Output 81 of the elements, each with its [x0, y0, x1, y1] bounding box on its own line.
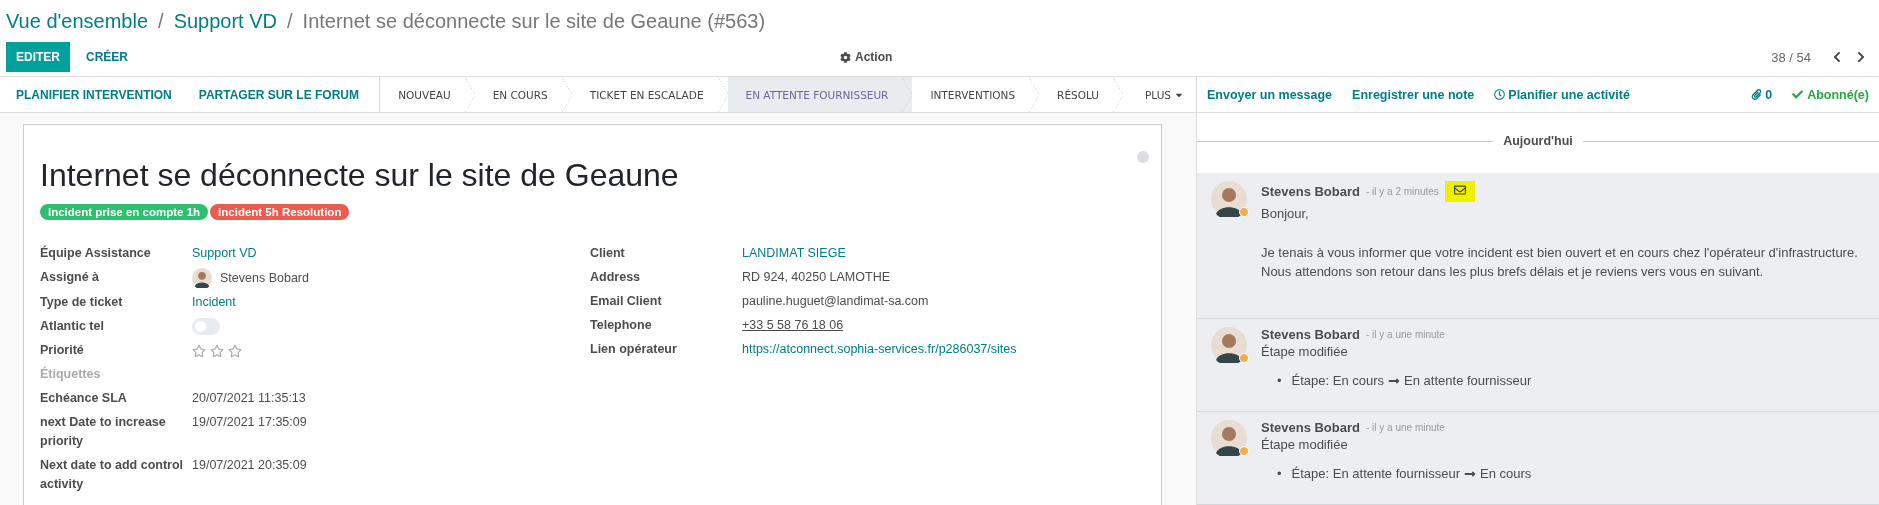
email-icon	[1444, 181, 1475, 202]
field-value: RD 924, 40250 LAMOTHE	[742, 269, 891, 286]
message-text: Bonjour,	[1261, 205, 1310, 223]
avatar	[192, 268, 212, 288]
bullet: •	[1277, 372, 1282, 390]
more-stages-button[interactable]: PLUS	[1123, 77, 1196, 112]
field-label: Echéance SLA	[40, 390, 128, 407]
tracking-field: Étape: En attente fournisseur	[1291, 464, 1460, 483]
field-label: Lien opérateur	[590, 341, 678, 358]
field-label: next Date to increase priority	[40, 414, 167, 450]
field-label: Client	[590, 245, 626, 262]
check-icon	[1792, 89, 1804, 100]
breadcrumb-current[interactable]: Internet se déconnecte sur le site de Geaune (#563)	[302, 9, 766, 33]
message-text: Étape modifiée	[1261, 344, 1349, 359]
presence-dot	[1239, 207, 1249, 217]
chatter-action[interactable]: Planifier une activité	[1494, 87, 1630, 102]
message-author: Stevens Bobard	[1261, 420, 1360, 435]
field-link[interactable]: LANDIMAT SIEGE	[742, 244, 1145, 263]
field-link[interactable]: https://atconnect.sophia-services.fr/p286037/sites	[742, 340, 1145, 359]
field-label: Équipe Assistance	[40, 244, 152, 262]
phone-link[interactable]: +33 5 58 76 18 06	[742, 316, 844, 335]
star-icon[interactable]	[228, 343, 242, 358]
field-link[interactable]: Incident	[192, 293, 590, 312]
field-label: Assigné à	[40, 269, 101, 286]
avatar	[1211, 327, 1247, 363]
field-label: Atlantic tel	[40, 318, 105, 335]
chatter-action[interactable]: Enregistrer une note	[1352, 87, 1475, 102]
bullet: •	[1277, 465, 1282, 483]
field-label: Next date to add control activity	[40, 457, 185, 493]
tag: incident 5h Resolution	[210, 204, 350, 220]
status-dot[interactable]	[1137, 151, 1149, 163]
field-value: 19/07/2021 20:35:09	[192, 457, 308, 474]
message-text: Étape modifiée	[1261, 437, 1349, 452]
stage-step[interactable]: EN ATTENTE FOURNISSEUR	[727, 77, 913, 112]
field-value: pauline.huguet@landimat-sa.com	[742, 293, 930, 310]
attachments-button[interactable]: 0	[1751, 87, 1773, 102]
field-value: 19/07/2021 17:35:09	[192, 414, 308, 431]
action-menu[interactable]: Action	[834, 49, 899, 65]
follow-button[interactable]: Abonné(e)	[1792, 87, 1869, 102]
presence-dot	[1239, 446, 1249, 456]
avatar	[1211, 181, 1247, 217]
breadcrumb-separator: /	[287, 9, 293, 33]
field-label: Email Client	[590, 293, 663, 310]
ticket-title: Internet se déconnecte sur le site de Geaune	[40, 157, 679, 194]
tracking-field: Étape: En cours	[1291, 371, 1385, 390]
chevron-right-icon	[1855, 51, 1867, 63]
breadcrumb-separator: /	[158, 9, 164, 33]
field-label: Telephone	[590, 317, 653, 334]
gear-icon	[840, 51, 852, 63]
message-time: - il y a une minute	[1366, 329, 1445, 340]
chatter-action[interactable]: Envoyer un message	[1207, 87, 1333, 102]
day-separator: Aujourd'hui	[1503, 134, 1573, 148]
create-button[interactable]: CRÉER	[76, 42, 139, 72]
pager-counter: 38 / 54	[1771, 49, 1811, 65]
field-label: Priorité	[40, 342, 85, 359]
tag: Incident prise en compte 1h	[40, 204, 209, 220]
chevron-left-icon	[1831, 51, 1843, 63]
breadcrumb-link[interactable]: Vue d'ensemble	[6, 9, 149, 33]
message-text: Je tenais à vous informer que votre incident est bien ouvert et en cours chez l'opérateur d'infrastructure. Nous attendons son retour dans les plus brefs délais et je reviens vers vous en suivant.	[1261, 244, 1859, 281]
message-time: - il y a une minute	[1366, 422, 1445, 433]
avatar	[1211, 420, 1247, 456]
field-label: Address	[590, 269, 642, 286]
edit-button[interactable]: EDITER	[6, 42, 70, 72]
tracking-value: En attente fournisseur	[1404, 372, 1532, 390]
message-author: Stevens Bobard	[1261, 184, 1360, 199]
header-button[interactable]: PARTAGER SUR LE FORUM	[182, 77, 370, 112]
presence-dot	[1239, 353, 1249, 363]
star-icon[interactable]	[210, 343, 224, 358]
field-label: Étiquettes	[40, 365, 102, 383]
message-author: Stevens Bobard	[1261, 327, 1360, 342]
paperclip-icon	[1751, 89, 1763, 100]
message-time: - il y a 2 minutes	[1366, 186, 1439, 197]
field-value: 20/07/2021 11:35:13	[192, 390, 307, 407]
breadcrumb-link[interactable]: Support VD	[173, 9, 277, 33]
star-icon[interactable]	[192, 343, 206, 358]
field-link[interactable]: Support VD	[192, 244, 590, 263]
header-button[interactable]: PLANIFIER INTERVENTION	[0, 77, 183, 112]
field-label: Type de ticket	[40, 294, 124, 311]
clock-icon	[1494, 89, 1506, 100]
tracking-value: En cours	[1480, 465, 1532, 483]
user-name[interactable]: Stevens Bobard	[220, 268, 309, 288]
